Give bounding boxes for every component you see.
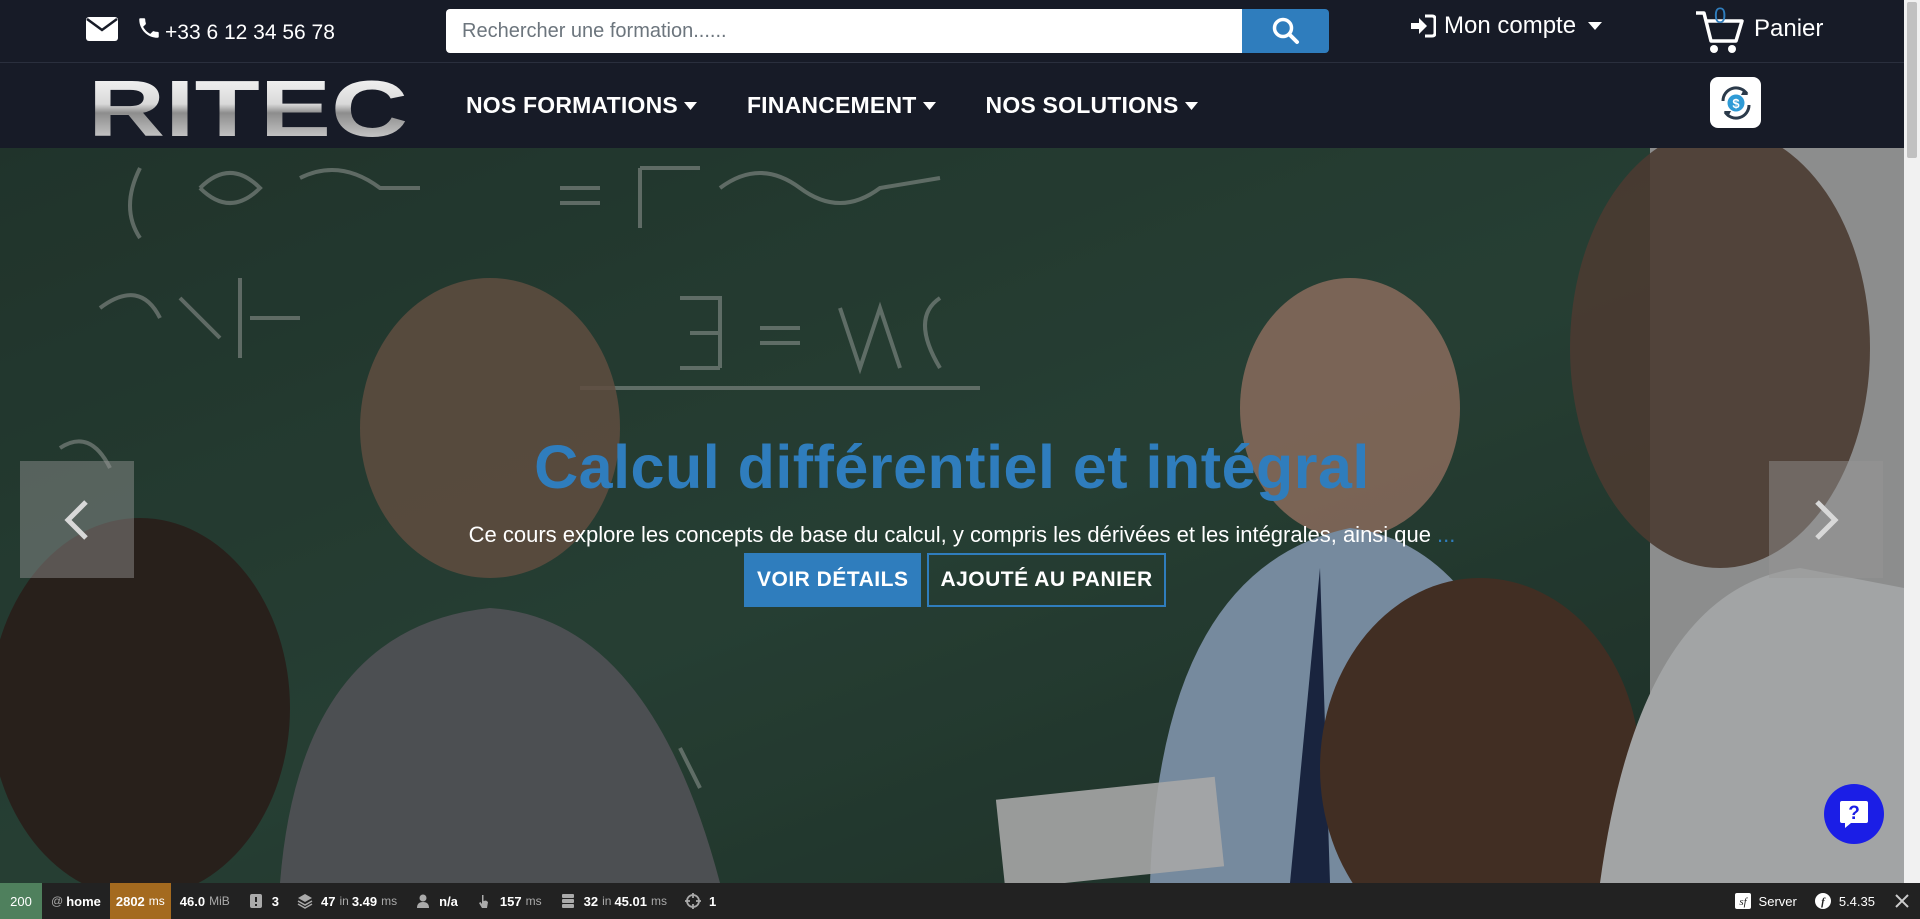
currency-exchange-icon: $	[1720, 85, 1751, 120]
currency-button[interactable]: $	[1710, 77, 1761, 128]
time-panel[interactable]: 2802 ms	[109, 883, 171, 919]
svg-text:?: ?	[1848, 803, 1860, 824]
nav-solutions-label: NOS SOLUTIONS	[985, 92, 1179, 118]
symfony-version: 5.4.35	[1838, 893, 1875, 909]
account-label: Mon compte	[1444, 12, 1577, 39]
route-panel[interactable]: @ home	[42, 883, 110, 919]
carousel-next-button[interactable]	[1769, 461, 1883, 578]
debug-toolbar-right: sf Server f 5.4.35	[1726, 883, 1920, 919]
dispatch-unit: ms	[525, 894, 542, 908]
caret-down-icon	[1588, 22, 1603, 30]
search-icon	[1272, 17, 1299, 44]
caret-down-icon	[1184, 101, 1198, 110]
cart-link[interactable]: 0 Panier	[1694, 3, 1824, 58]
route-name: home	[66, 893, 101, 909]
add-to-cart-button[interactable]: AJOUTÉ AU PANIER	[927, 553, 1166, 607]
scrollbar-thumb[interactable]	[1907, 2, 1917, 158]
queries-prefix: in	[602, 894, 612, 908]
version-panel[interactable]: f 5.4.35	[1806, 883, 1884, 919]
templates-prefix: in	[339, 894, 349, 908]
ajax-panel[interactable]: 1	[676, 883, 725, 919]
templates-count: 47	[321, 893, 336, 909]
pointer-icon	[478, 895, 488, 908]
status-code-value: 200	[10, 893, 32, 909]
status-code[interactable]: 200	[0, 883, 42, 919]
search-button[interactable]	[1242, 9, 1329, 53]
memory-panel[interactable]: 46.0 MiB	[171, 883, 239, 919]
templates-unit: ms	[381, 894, 398, 908]
memory-unit: MiB	[209, 894, 230, 908]
page-scrollbar[interactable]	[1904, 0, 1920, 883]
dispatch-value: 157	[499, 893, 522, 909]
caret-down-icon	[683, 101, 697, 110]
logs-panel[interactable]: 3	[239, 883, 288, 919]
envelope-icon[interactable]	[86, 17, 118, 41]
hero-title: Calcul différentiel et intégral	[534, 433, 1370, 501]
hero-description: Ce cours explore les concepts de base du…	[0, 522, 1904, 548]
nav-financement-label: FINANCEMENT	[746, 92, 917, 118]
account-dropdown[interactable]: Mon compte	[1410, 10, 1603, 42]
top-bar: +33 6 12 34 56 78 Mon compte 0	[0, 0, 1904, 63]
server-label: Server	[1758, 893, 1797, 909]
hero-description-text: Ce cours explore les concepts de base du…	[468, 522, 1432, 547]
memory-value: 46.0	[179, 893, 206, 909]
sign-in-icon	[1411, 14, 1436, 38]
ajax-count: 1	[708, 893, 717, 909]
nav-formations-label: NOS FORMATIONS	[466, 92, 678, 118]
help-question-icon: ?	[1840, 801, 1868, 828]
phone-number: +33 6 12 34 56 78	[165, 21, 335, 44]
templates-time: 3.49	[351, 893, 378, 909]
route-prefix: @	[51, 894, 64, 908]
chevron-left-icon	[64, 499, 88, 540]
time-value: 2802	[115, 893, 145, 909]
symfony-server-icon: sf	[1734, 893, 1751, 909]
debug-toolbar-close-button[interactable]	[1884, 883, 1920, 919]
phone-icon	[139, 18, 159, 38]
hero-actions: VOIR DÉTAILS AJOUTÉ AU PANIER	[744, 553, 1166, 607]
queries-unit: ms	[650, 894, 667, 908]
hero-overlay	[0, 148, 1904, 883]
database-panel[interactable]: 32 in 45.01 ms	[551, 883, 676, 919]
view-details-button[interactable]: VOIR DÉTAILS	[744, 553, 922, 607]
symfony-logo-icon: f	[1814, 893, 1831, 909]
logs-count: 3	[271, 893, 279, 909]
nav-solutions[interactable]: NOS SOLUTIONS	[986, 92, 1198, 119]
carousel-prev-button[interactable]	[20, 461, 134, 578]
nav-menu: NOS FORMATIONS FINANCEMENT NOS SOLUTIONS	[466, 92, 1248, 119]
hero-description-more[interactable]: ...	[1437, 522, 1455, 547]
caret-down-icon	[922, 101, 936, 110]
time-unit: ms	[148, 894, 165, 908]
help-chat-button[interactable]: ?	[1824, 784, 1884, 844]
svg-text:$: $	[1732, 96, 1740, 111]
server-panel[interactable]: sf Server	[1726, 883, 1806, 919]
ritec-logo[interactable]: RITEC	[88, 76, 408, 140]
hero-carousel: Calcul différentiel et intégral Ce cours…	[0, 148, 1904, 883]
user-icon	[417, 894, 430, 908]
user-value: n/a	[439, 893, 458, 909]
queries-time: 45.01	[614, 893, 647, 909]
cart-label: Panier	[1754, 15, 1824, 42]
debug-toolbar: 200 @ home 2802 ms 46.0 MiB 3 47 in 3.49…	[0, 883, 1920, 919]
search-input[interactable]	[446, 9, 1242, 53]
events-panel[interactable]: 157 ms	[467, 883, 551, 919]
log-icon	[249, 894, 262, 908]
layers-icon	[297, 894, 313, 909]
queries-count: 32	[583, 893, 599, 909]
nav-financement[interactable]: FINANCEMENT	[747, 92, 936, 119]
security-panel[interactable]: n/a	[406, 883, 467, 919]
crosshair-icon	[684, 893, 701, 909]
main-navbar: RITEC NOS FORMATIONS FINANCEMENT NOS SOL…	[0, 64, 1904, 148]
search-bar	[446, 9, 1329, 53]
templates-panel[interactable]: 47 in 3.49 ms	[288, 883, 406, 919]
database-icon	[561, 894, 574, 908]
shopping-cart-icon: 0	[1694, 3, 1746, 57]
logo-text: RITEC	[88, 76, 408, 140]
chevron-right-icon	[1815, 499, 1839, 540]
close-icon	[1895, 894, 1909, 908]
cart-count: 0	[1714, 3, 1727, 28]
nav-formations[interactable]: NOS FORMATIONS	[466, 92, 697, 119]
